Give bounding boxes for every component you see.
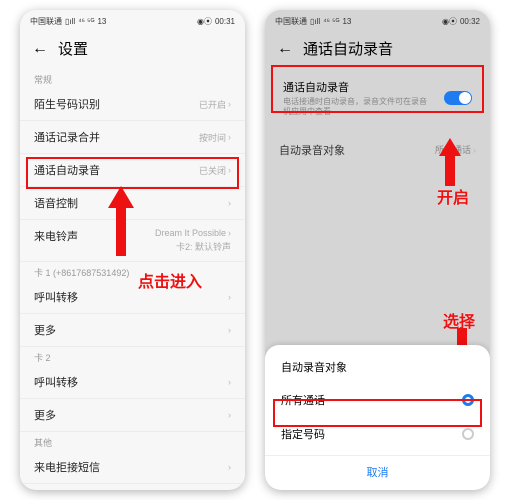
bottom-sheet: 自动录音对象 所有通话 指定号码 取消 (265, 345, 490, 490)
signal-icon: ▯ıll (310, 17, 320, 26)
sheet-option-specific[interactable]: 指定号码 (265, 417, 490, 451)
toggle-switch[interactable] (444, 91, 472, 105)
carrier-label: 中国联通 (275, 16, 307, 27)
section-general: 常规 (20, 69, 245, 88)
chevron-right-icon: › (228, 410, 231, 420)
row-merge-calls[interactable]: 通话记录合并 按时间› (20, 121, 245, 154)
right-phone-frame: 中国联通 ▯ıll ⁴⁶ ⁵ᴳ 13 ◉⦿ 00:32 ← 通话自动录音 通话自… (265, 10, 490, 490)
chevron-right-icon: › (228, 99, 231, 109)
row-auto-record-toggle[interactable]: 通话自动录音 电话接通时自动录音，录音文件可在录音机应用中查看 (273, 71, 482, 126)
misc-icon: ◉⦿ (442, 16, 457, 27)
chevron-right-icon: › (228, 165, 231, 175)
annotation-text-open: 开启 (437, 184, 469, 208)
chevron-right-icon: › (228, 325, 231, 335)
sheet-cancel-button[interactable]: 取消 (265, 455, 490, 486)
misc-icon: ◉⦿ (197, 16, 212, 27)
chevron-right-icon: › (228, 292, 231, 302)
chevron-right-icon: › (228, 228, 231, 238)
row-label: 更多 (34, 322, 56, 338)
row-label: 更多 (34, 407, 56, 423)
auto-record-desc: 电话接通时自动录音，录音文件可在录音机应用中查看 (283, 97, 433, 118)
chevron-right-icon: › (473, 145, 476, 155)
row-label: 陌生号码识别 (34, 96, 100, 112)
row-label: 通话记录合并 (34, 129, 100, 145)
chevron-right-icon: › (228, 132, 231, 142)
chevron-right-icon: › (228, 377, 231, 387)
row-value: 按时间 (199, 131, 226, 144)
radio-unselected-icon (462, 428, 474, 440)
row-label: 自动录音对象 (279, 142, 345, 158)
row-sim2-more[interactable]: 更多 › (20, 399, 245, 432)
row-value: 已关闭 (199, 164, 226, 177)
back-icon[interactable]: ← (32, 40, 48, 58)
page-title: 设置 (58, 38, 88, 59)
row-sim1-forward[interactable]: 呼叫转移 › (20, 281, 245, 314)
row-reject-sms[interactable]: 来电拒接短信 › (20, 451, 245, 484)
net-label: ⁴⁶ ⁵ᴳ (323, 17, 339, 26)
row-value: 所有通话 (435, 143, 471, 156)
statusbar: 中国联通 ▯ıll ⁴⁶ ⁵ᴳ 13 ◉⦿ 00:31 (20, 10, 245, 30)
row-label: 呼叫转移 (34, 374, 78, 390)
back-icon[interactable]: ← (277, 40, 293, 58)
left-phone-frame: 中国联通 ▯ıll ⁴⁶ ⁵ᴳ 13 ◉⦿ 00:31 ← 设置 常规 陌生号码… (20, 10, 245, 490)
row-sub1: Dream It Possible (155, 228, 226, 238)
row-auto-record[interactable]: 通话自动录音 已关闭› (20, 154, 245, 187)
signal-icon: ▯ıll (65, 17, 75, 26)
row-sim1-more[interactable]: 更多 › (20, 314, 245, 347)
page-header: ← 通话自动录音 (265, 30, 490, 69)
chevron-right-icon: › (228, 198, 231, 208)
row-label: 通话自动录音 (34, 162, 100, 178)
row-sim2-forward[interactable]: 呼叫转移 › (20, 366, 245, 399)
auto-record-title: 通话自动录音 (283, 79, 433, 95)
section-sim2: 卡 2 (20, 347, 245, 366)
row-label: 来电铃声 (34, 228, 78, 244)
time-label: 00:32 (460, 17, 480, 26)
row-value: 已开启 (199, 98, 226, 111)
option-label: 指定号码 (281, 426, 325, 442)
row-record-targets[interactable]: 自动录音对象 所有通话› (265, 132, 490, 168)
row-label: 语音控制 (34, 195, 78, 211)
battery-label: 13 (97, 17, 106, 26)
net-label: ⁴⁶ ⁵ᴳ (78, 17, 94, 26)
statusbar: 中国联通 ▯ıll ⁴⁶ ⁵ᴳ 13 ◉⦿ 00:32 (265, 10, 490, 30)
row-sub2: 卡2: 默认铃声 (176, 240, 231, 253)
page-header: ← 设置 (20, 30, 245, 69)
time-label: 00:31 (215, 17, 235, 26)
sheet-title: 自动录音对象 (265, 355, 490, 383)
row-caller-id[interactable]: 陌生号码识别 已开启› (20, 88, 245, 121)
page-title: 通话自动录音 (303, 38, 393, 59)
row-label: 来电拒接短信 (34, 459, 100, 475)
radio-selected-icon (462, 394, 474, 406)
carrier-label: 中国联通 (30, 16, 62, 27)
option-label: 所有通话 (281, 392, 325, 408)
section-sim1: 卡 1 (+8617687531492) (20, 262, 245, 281)
row-label: 呼叫转移 (34, 289, 78, 305)
sheet-option-all-calls[interactable]: 所有通话 (265, 383, 490, 417)
section-other: 其他 (20, 432, 245, 451)
annotation-text-select: 选择 (443, 308, 475, 332)
chevron-right-icon: › (228, 462, 231, 472)
battery-label: 13 (342, 17, 351, 26)
row-voice-control[interactable]: 语音控制 › (20, 187, 245, 220)
row-ringtone[interactable]: 来电铃声 Dream It Possible› 卡2: 默认铃声 (20, 220, 245, 262)
